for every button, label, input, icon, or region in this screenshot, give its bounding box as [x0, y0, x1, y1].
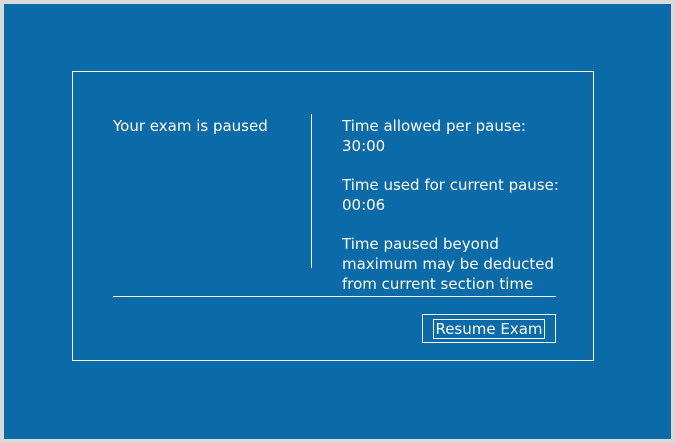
resume-exam-button[interactable]: Resume Exam [422, 314, 556, 343]
resume-exam-label: Resume Exam [433, 318, 545, 339]
vertical-divider [311, 114, 312, 268]
pause-info-panel: Time allowed per pause: 30:00 Time used … [342, 116, 572, 294]
horizontal-divider [113, 296, 556, 297]
time-used-label: Time used for current pause: [342, 176, 559, 194]
warning-line: Time paused beyond [342, 235, 499, 253]
paused-status-title: Your exam is paused [113, 117, 268, 135]
warning-line: maximum may be deducted [342, 255, 554, 273]
time-used-value: 00:06 [342, 196, 386, 214]
time-allowed-label: Time allowed per pause: [342, 117, 526, 135]
time-allowed-value: 30:00 [342, 137, 386, 155]
exam-pause-screen: Your exam is paused Time allowed per pau… [4, 4, 671, 439]
pause-dialog: Your exam is paused Time allowed per pau… [72, 71, 594, 361]
time-used-block: Time used for current pause: 00:06 [342, 175, 572, 215]
pause-warning-text: Time paused beyond maximum may be deduct… [342, 234, 572, 294]
warning-line: from current section time [342, 275, 534, 293]
time-allowed-block: Time allowed per pause: 30:00 [342, 116, 572, 156]
